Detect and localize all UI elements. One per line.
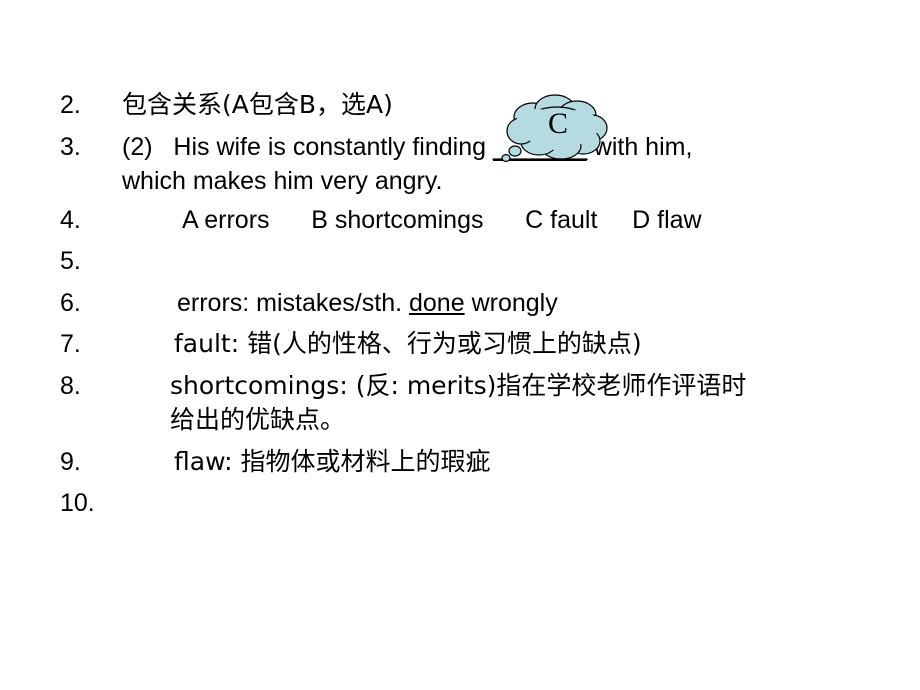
definition-errors: errors: mistakes/sth. done wrongly bbox=[112, 286, 890, 321]
list-item[interactable]: 7. fault: 错(人的性格、行为或习惯上的缺点) bbox=[60, 327, 890, 362]
list-item-number: 10. bbox=[60, 489, 95, 517]
definition-text-before: errors: mistakes/sth. bbox=[177, 288, 409, 317]
list-item-number: 2. bbox=[60, 91, 81, 119]
definition-fault: fault: 错(人的性格、行为或习惯上的缺点) bbox=[174, 329, 642, 358]
definition-line2: 给出的优缺点。 bbox=[170, 405, 346, 434]
definition-text-after: wrongly bbox=[464, 288, 558, 317]
callout-answer-letter: C bbox=[547, 107, 568, 140]
list-item-number: 7. bbox=[60, 330, 81, 358]
list-item[interactable]: 5. bbox=[60, 244, 890, 279]
slide-canvas: 2. 包含关系(A包含B，选A) 3. (2) His wife is cons… bbox=[0, 0, 920, 690]
list-item[interactable]: 8. shortcomings: (反: merits)指在学校老师作评语时 给出… bbox=[60, 369, 890, 438]
list-item[interactable]: 4. A errors B shortcomings C fault D fla… bbox=[60, 203, 890, 238]
definition-flaw: flaw: 指物体或材料上的瑕疵 bbox=[174, 446, 491, 476]
list-item-number: 6. bbox=[60, 288, 81, 317]
definition-line1: shortcomings: (反: merits)指在学校老师作评语时 bbox=[170, 370, 747, 400]
thought-cloud-callout[interactable]: C bbox=[497, 92, 613, 170]
question-stem-part1: (2) His wife is constantly finding bbox=[122, 132, 493, 161]
answer-options: A errors B shortcomings C fault D flaw bbox=[182, 205, 702, 234]
list-item-number: 9. bbox=[60, 447, 81, 476]
definition-underlined-word: done bbox=[409, 288, 465, 317]
list-item-number: 3. bbox=[60, 132, 81, 161]
list-item-number: 5. bbox=[60, 247, 81, 275]
list-item[interactable]: 3. (2) His wife is constantly finding __… bbox=[60, 130, 890, 199]
list-item[interactable]: 10. bbox=[60, 486, 890, 521]
list-item[interactable]: 2. 包含关系(A包含B，选A) bbox=[60, 88, 890, 123]
list-item-number: 8. bbox=[60, 371, 81, 400]
list-item-number: 4. bbox=[60, 205, 81, 234]
outline-list: 2. 包含关系(A包含B，选A) 3. (2) His wife is cons… bbox=[60, 88, 890, 525]
list-item[interactable]: 6. errors: mistakes/sth. done wrongly bbox=[60, 286, 890, 321]
definition-shortcomings: shortcomings: (反: merits)指在学校老师作评语时 给出的优缺… bbox=[112, 369, 890, 438]
list-item[interactable]: 9. flaw: 指物体或材料上的瑕疵 bbox=[60, 445, 890, 480]
question-stem-wrap: which makes him very angry. bbox=[122, 167, 443, 195]
